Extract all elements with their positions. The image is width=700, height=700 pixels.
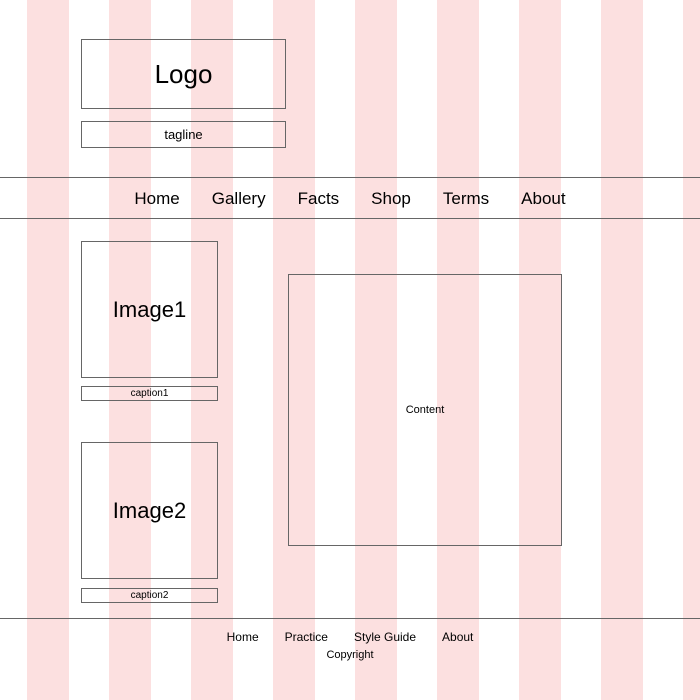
page-footer: Home Practice Style Guide About Copyrigh…	[0, 618, 700, 700]
content-label: Content	[405, 403, 445, 416]
footer-link-practice[interactable]: Practice	[285, 631, 328, 643]
content-placeholder-box: Content	[288, 274, 562, 546]
image2-label: Image2	[112, 497, 187, 523]
image2-caption-box: caption2	[81, 588, 218, 603]
logo-text: Logo	[154, 59, 213, 89]
footer-link-about[interactable]: About	[442, 631, 473, 643]
nav-item-gallery[interactable]: Gallery	[212, 190, 266, 207]
logo-placeholder-box[interactable]: Logo	[81, 39, 286, 109]
image1-placeholder[interactable]: Image1	[81, 241, 218, 378]
main-content-area: Image1 caption1 Image2 caption2 Content	[0, 219, 700, 618]
footer-link-style-guide[interactable]: Style Guide	[354, 631, 416, 643]
nav-item-terms[interactable]: Terms	[443, 190, 489, 207]
image2-placeholder[interactable]: Image2	[81, 442, 218, 579]
tagline-text: tagline	[164, 127, 203, 142]
nav-item-shop[interactable]: Shop	[371, 190, 411, 207]
image1-caption-box: caption1	[81, 386, 218, 401]
nav-item-facts[interactable]: Facts	[298, 190, 340, 207]
footer-link-home[interactable]: Home	[227, 631, 259, 643]
main-navigation: Home Gallery Facts Shop Terms About	[0, 177, 700, 219]
copyright-text: Copyright	[326, 649, 374, 661]
image1-caption-text: caption1	[130, 387, 169, 399]
image2-caption-text: caption2	[130, 589, 169, 601]
footer-navigation: Home Practice Style Guide About	[0, 631, 700, 643]
page-header: Logo tagline	[0, 0, 700, 177]
image1-label: Image1	[112, 296, 187, 322]
nav-item-home[interactable]: Home	[134, 190, 179, 207]
nav-item-about[interactable]: About	[521, 190, 565, 207]
tagline-placeholder-box: tagline	[81, 121, 286, 148]
